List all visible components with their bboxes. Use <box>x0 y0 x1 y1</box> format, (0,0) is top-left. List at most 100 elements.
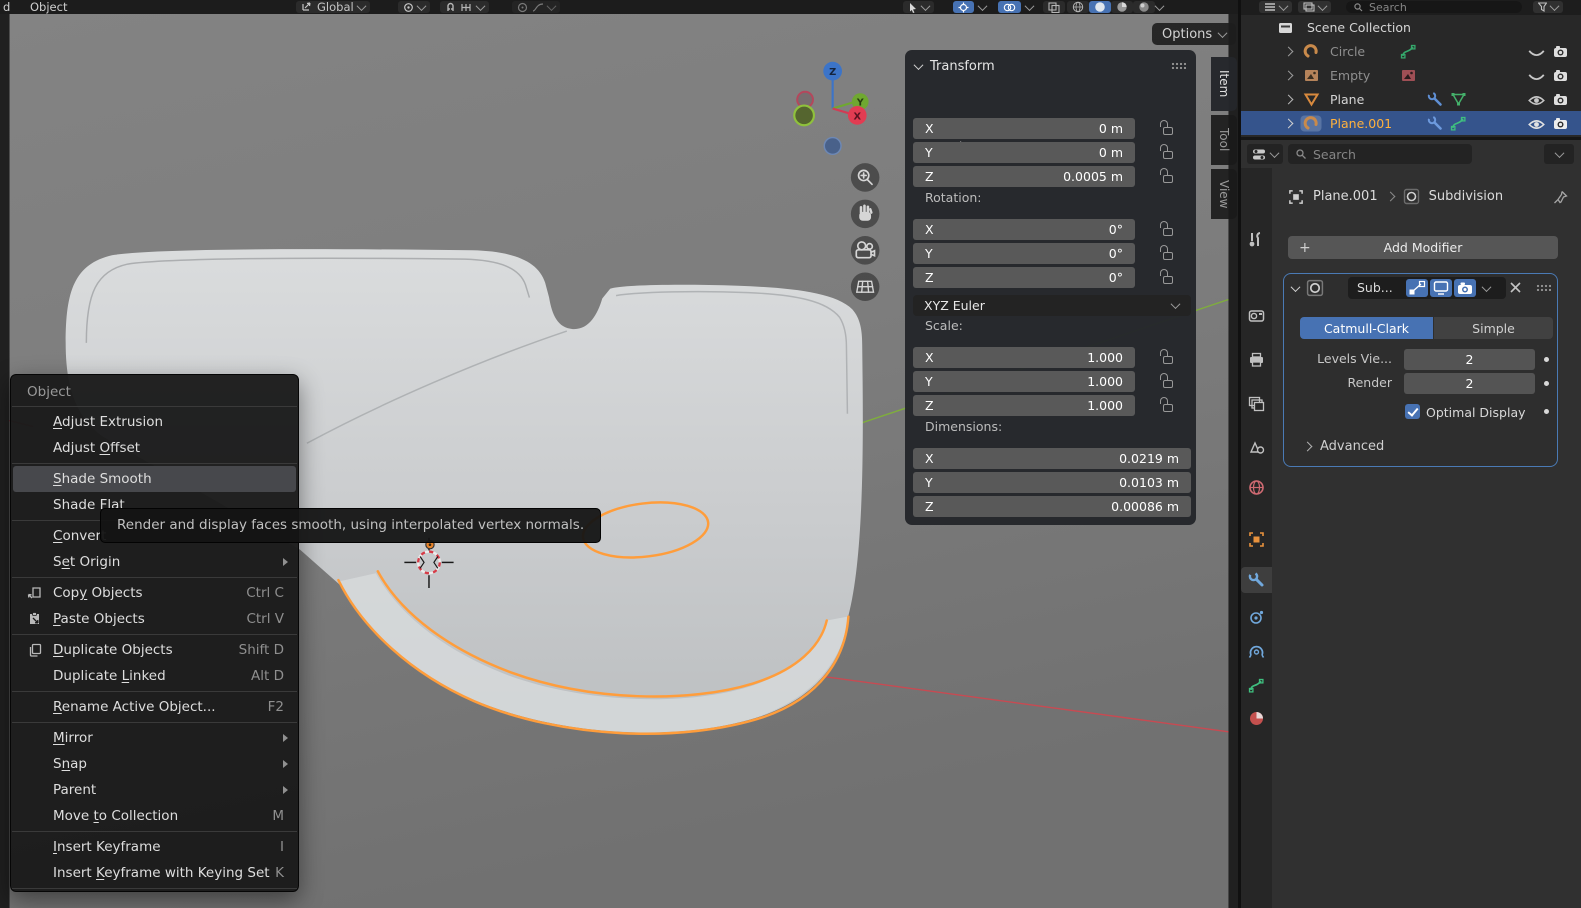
animate-dot[interactable] <box>1544 357 1549 362</box>
lock-icon[interactable] <box>1160 397 1174 412</box>
location-z-field[interactable]: Z0.0005 m <box>913 166 1135 187</box>
menu-item-paste-objects[interactable]: Paste ObjectsCtrl V <box>11 606 298 632</box>
catmull-clark-button[interactable]: Catmull-Clark <box>1300 317 1433 339</box>
optimal-display-checkbox[interactable] <box>1405 404 1420 419</box>
outliner-search-input[interactable]: Search <box>1346 1 1522 13</box>
gizmo-dropdown-chevron[interactable] <box>978 1 988 11</box>
outliner-display-mode-dropdown[interactable] <box>1259 1 1292 13</box>
tab-tool-icon[interactable] <box>1248 231 1265 248</box>
tab-output-icon[interactable] <box>1248 351 1265 368</box>
menu-add[interactable]: d <box>3 0 10 14</box>
show-overlays-toggle[interactable] <box>998 1 1021 13</box>
eye-closed-icon[interactable] <box>1528 70 1545 87</box>
render-levels-field[interactable]: 2 <box>1404 373 1535 394</box>
menu-item-shade-smooth[interactable]: Shade Smooth <box>13 466 296 492</box>
editor-divider[interactable] <box>1238 0 1241 908</box>
zoom-tool-button[interactable] <box>851 163 880 192</box>
lock-icon[interactable] <box>1160 221 1174 236</box>
modifier-expand-chevron[interactable] <box>1291 282 1301 292</box>
tab-view[interactable]: View <box>1211 169 1237 219</box>
simple-button[interactable]: Simple <box>1434 317 1553 339</box>
animate-dot[interactable] <box>1544 381 1549 386</box>
dimensions-x-field[interactable]: X0.0219 m <box>913 448 1191 469</box>
menu-item-mirror[interactable]: Mirror <box>11 725 298 751</box>
gizmo-minus-z[interactable] <box>824 138 841 155</box>
properties-search-input[interactable]: Search <box>1288 144 1472 164</box>
modifier-drag-handle[interactable] <box>1536 284 1551 291</box>
outliner-row-empty[interactable]: Empty <box>1241 63 1581 87</box>
tab-view-layer-icon[interactable] <box>1248 396 1265 413</box>
lock-icon[interactable] <box>1160 144 1174 159</box>
pan-tool-button[interactable] <box>851 200 880 229</box>
outliner-row-circle[interactable]: Circle <box>1241 39 1581 63</box>
camera-visibility-icon[interactable] <box>1552 43 1569 60</box>
edit-mode-display-toggle[interactable] <box>1406 279 1428 297</box>
gizmo-minus-y[interactable] <box>794 106 814 126</box>
animate-dot[interactable] <box>1544 409 1549 414</box>
rotation-mode-dropdown[interactable]: XYZ Euler <box>913 295 1191 316</box>
levels-viewport-field[interactable]: 2 <box>1404 349 1535 370</box>
select-cursor-dropdown[interactable] <box>903 1 934 13</box>
render-display-toggle[interactable] <box>1454 279 1476 297</box>
realtime-display-toggle[interactable] <box>1430 279 1452 297</box>
outliner-filter-dropdown[interactable] <box>1533 1 1563 13</box>
tab-physics-icon[interactable] <box>1248 643 1265 660</box>
xray-toggle[interactable] <box>1043 1 1065 13</box>
shading-material-button[interactable] <box>1111 1 1133 13</box>
tab-world-icon[interactable] <box>1248 479 1265 496</box>
menu-item-parent[interactable]: Parent <box>11 777 298 803</box>
panel-collapse-chevron[interactable] <box>914 60 924 70</box>
add-modifier-button[interactable]: + Add Modifier <box>1288 236 1558 259</box>
modifier-name-field[interactable]: Sub... <box>1350 278 1405 298</box>
breadcrumb-modifier[interactable]: Subdivision <box>1429 189 1504 204</box>
menu-item-adjust-extrusion[interactable]: Adjust Extrusion <box>11 409 298 435</box>
rotation-z-field[interactable]: Z0° <box>913 267 1135 288</box>
breadcrumb-object[interactable]: Plane.001 <box>1313 189 1378 204</box>
snap-toggle-group[interactable] <box>440 1 489 13</box>
close-icon[interactable] <box>1509 281 1522 294</box>
outliner-row-plane001[interactable]: Plane.001 <box>1241 111 1581 135</box>
lock-icon[interactable] <box>1160 245 1174 260</box>
proportional-editing-group[interactable] <box>512 1 560 13</box>
expand-chevron[interactable] <box>1284 118 1294 128</box>
scale-y-field[interactable]: Y1.000 <box>913 371 1135 392</box>
scale-x-field[interactable]: X1.000 <box>913 347 1135 368</box>
advanced-section-toggle[interactable]: Advanced <box>1304 439 1384 454</box>
menu-item-set-origin[interactable]: Set Origin <box>11 549 298 575</box>
tab-material-icon[interactable] <box>1248 710 1265 727</box>
expand-chevron[interactable] <box>1284 46 1294 56</box>
shading-rendered-button[interactable] <box>1133 1 1155 13</box>
expand-chevron[interactable] <box>1284 94 1294 104</box>
rotation-x-field[interactable]: X0° <box>913 219 1135 240</box>
lock-icon[interactable] <box>1160 349 1174 364</box>
tab-tool[interactable]: Tool <box>1211 115 1237 165</box>
menu-item-insert-keyframe-keying-set[interactable]: Insert Keyframe with Keying SetK <box>11 860 298 886</box>
shading-wireframe-button[interactable] <box>1067 1 1089 13</box>
menu-item-adjust-offset[interactable]: Adjust Offset <box>11 435 298 461</box>
dimensions-z-field[interactable]: Z0.00086 m <box>913 496 1191 517</box>
menu-object[interactable]: Object <box>30 0 67 14</box>
lock-icon[interactable] <box>1160 120 1174 135</box>
shading-dropdown-chevron[interactable] <box>1155 1 1165 11</box>
menu-item-move-to-collection[interactable]: Move to CollectionM <box>11 803 298 829</box>
eye-closed-icon[interactable] <box>1528 46 1545 63</box>
menu-item-duplicate-objects[interactable]: Duplicate ObjectsShift D <box>11 637 298 663</box>
rotation-y-field[interactable]: Y0° <box>913 243 1135 264</box>
panel-drag-handle[interactable] <box>1171 62 1186 69</box>
tab-scene-icon[interactable] <box>1248 439 1265 456</box>
location-x-field[interactable]: X0 m <box>913 118 1135 139</box>
outliner-row-plane[interactable]: Plane <box>1241 87 1581 111</box>
shading-solid-button[interactable] <box>1089 1 1111 13</box>
tab-particles-icon[interactable] <box>1248 609 1265 626</box>
options-button[interactable]: Options <box>1152 23 1236 45</box>
menu-item-snap[interactable]: Snap <box>11 751 298 777</box>
camera-view-button[interactable] <box>851 236 880 265</box>
camera-visibility-icon[interactable] <box>1552 67 1569 84</box>
outliner-row-scene-collection[interactable]: Scene Collection <box>1241 15 1581 39</box>
eye-open-icon[interactable] <box>1528 92 1545 109</box>
lock-icon[interactable] <box>1160 168 1174 183</box>
pin-icon[interactable] <box>1553 190 1568 205</box>
eye-open-icon[interactable] <box>1528 116 1545 133</box>
grid-ortho-button[interactable] <box>851 272 880 301</box>
pivot-point-dropdown[interactable] <box>398 1 430 13</box>
